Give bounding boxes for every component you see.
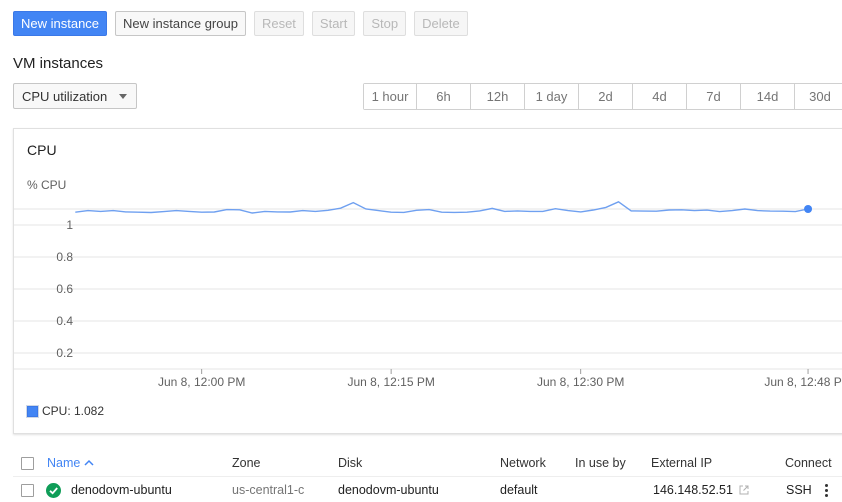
header-name-sort[interactable]: Name (47, 450, 95, 476)
time-range-12h[interactable]: 12h (471, 84, 525, 109)
legend-label: CPU: 1.082 (42, 404, 105, 418)
time-range-6h[interactable]: 6h (417, 84, 471, 109)
table-row: denodovm-ubuntu us-central1-c denodovm-u… (13, 476, 842, 502)
status-ok-icon (46, 482, 61, 498)
time-range-2d[interactable]: 2d (579, 84, 633, 109)
metric-select-value: CPU utilization (22, 88, 108, 104)
reset-button[interactable]: Reset (253, 11, 304, 36)
select-all-checkbox[interactable] (21, 456, 34, 470)
time-range-30d[interactable]: 30d (795, 84, 842, 109)
toolbar: New instance New instance group Reset St… (13, 11, 468, 36)
y-tick-label: 0.8 (56, 250, 73, 264)
x-tick-label: Jun 8, 12:48 PM (764, 375, 842, 389)
legend-swatch[interactable] (26, 404, 39, 418)
cpu-series-line[interactable] (75, 200, 809, 214)
ssh-button[interactable]: SSH (786, 483, 812, 497)
page-title: VM instances (13, 55, 104, 72)
more-vert-icon[interactable] (824, 483, 828, 497)
new-instance-button[interactable]: New instance (13, 11, 108, 36)
instance-zone: us-central1-c (232, 483, 305, 497)
table-header: Name Zone Disk Network In use by Externa… (13, 450, 842, 476)
sort-ascending-icon (84, 459, 94, 466)
header-zone: Zone (232, 456, 261, 470)
stop-button[interactable]: Stop (363, 11, 407, 36)
start-button[interactable]: Start (311, 11, 356, 36)
new-instance-group-button[interactable]: New instance group (115, 11, 246, 36)
x-tick-label: Jun 8, 12:30 PM (537, 375, 624, 389)
y-tick-label: 0.6 (56, 282, 73, 296)
instance-disk-link[interactable]: denodovm-ubuntu (338, 477, 439, 502)
instance-name-link[interactable]: denodovm-ubuntu (71, 483, 172, 497)
x-tick-label: Jun 8, 12:00 PM (158, 375, 245, 389)
y-tick-label: 0.2 (56, 346, 73, 360)
open-external-icon[interactable] (738, 484, 750, 496)
chart-legend: CPU: 1.082 (26, 404, 105, 418)
x-tick-label: Jun 8, 12:15 PM (347, 375, 434, 389)
row-checkbox[interactable] (21, 483, 34, 497)
time-range-1-day[interactable]: 1 day (525, 84, 579, 109)
header-in-use-by: In use by (575, 456, 626, 470)
y-tick-label: 1 (66, 218, 73, 232)
header-connect: Connect (785, 456, 832, 470)
caret-down-icon (119, 94, 127, 99)
time-range-7d[interactable]: 7d (687, 84, 741, 109)
instance-network-link[interactable]: default (500, 477, 538, 502)
cpu-line-chart[interactable]: 1 0.8 0.6 0.4 0.2 Jun 8, 12:00 PM Jun 8, 12:15… (14, 129, 842, 399)
time-range-selector: 1 hour 6h 12h 1 day 2d 4d 7d 14d 30d (363, 83, 842, 110)
time-range-14d[interactable]: 14d (741, 84, 795, 109)
instances-table: Name Zone Disk Network In use by Externa… (13, 450, 842, 502)
time-range-4d[interactable]: 4d (633, 84, 687, 109)
external-ip-link[interactable]: 146.148.52.51 (653, 483, 733, 497)
metric-select[interactable]: CPU utilization (13, 83, 137, 109)
y-tick-label: 0.4 (56, 314, 73, 328)
header-network: Network (500, 456, 546, 470)
delete-button[interactable]: Delete (414, 11, 468, 36)
cpu-chart-card: CPU % CPU 1 0.8 0.6 0.4 0.2 Jun 8, 12:00 PM Ju… (13, 128, 842, 434)
time-range-1-hour[interactable]: 1 hour (364, 84, 417, 109)
cpu-last-point[interactable] (804, 205, 813, 213)
header-external-ip: External IP (651, 456, 713, 470)
header-disk: Disk (338, 456, 363, 470)
